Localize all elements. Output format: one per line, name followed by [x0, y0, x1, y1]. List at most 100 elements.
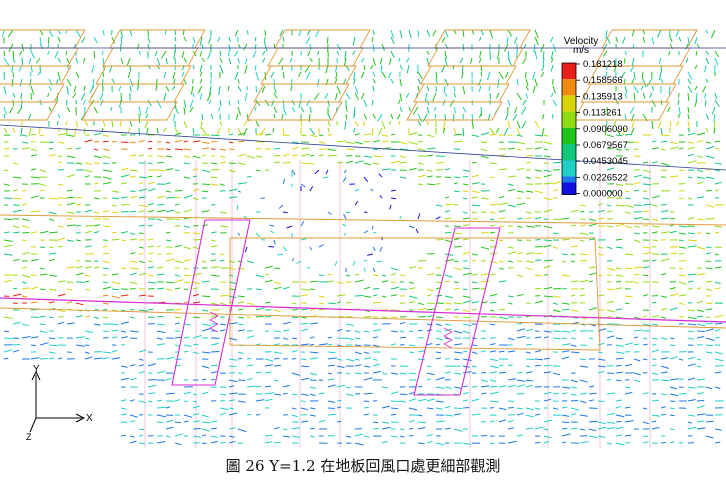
velocity-vector	[534, 29, 540, 39]
velocity-vector	[498, 195, 505, 199]
velocity-vector	[471, 211, 477, 214]
velocity-vector	[120, 399, 127, 402]
velocity-vector	[516, 252, 524, 255]
velocity-vector	[390, 273, 396, 276]
velocity-vector	[660, 316, 667, 319]
velocity-vector	[498, 280, 507, 283]
velocity-vector	[156, 273, 165, 276]
velocity-vector	[507, 295, 514, 298]
velocity-vector	[297, 71, 302, 78]
velocity-vector	[120, 330, 127, 333]
velocity-vector	[561, 433, 571, 437]
velocity-vector	[471, 29, 475, 35]
velocity-vector	[462, 316, 470, 319]
velocity-vector	[426, 57, 430, 66]
velocity-vector	[234, 71, 239, 80]
return-plenum-outline	[229, 237, 601, 351]
velocity-vector	[714, 441, 721, 444]
velocity-vector	[399, 215, 401, 220]
velocity-vector	[345, 92, 351, 100]
velocity-vector	[417, 113, 423, 122]
velocity-vector	[669, 293, 679, 297]
velocity-vector	[471, 196, 478, 199]
velocity-vector	[19, 50, 23, 56]
velocity-vector	[300, 358, 307, 361]
velocity-vector	[264, 316, 271, 318]
velocity-vector	[713, 120, 716, 129]
velocity-vector	[552, 295, 561, 298]
velocity-vector	[334, 260, 338, 267]
velocity-vector	[705, 189, 712, 192]
velocity-vector	[207, 50, 212, 60]
velocity-vector	[624, 406, 631, 409]
velocity-vector	[550, 50, 554, 59]
velocity-vector	[165, 197, 175, 199]
velocity-vector	[111, 349, 118, 353]
velocity-vector	[615, 287, 622, 290]
velocity-vector	[264, 301, 271, 304]
velocity-vector	[669, 393, 679, 397]
velocity-vector	[47, 36, 50, 44]
velocity-vector	[389, 204, 392, 210]
velocity-vector	[453, 308, 459, 311]
velocity-vector	[48, 274, 57, 277]
velocity-vector	[305, 71, 311, 80]
y-axis-label: Y	[33, 364, 40, 375]
velocity-vector	[372, 99, 374, 106]
velocity-vector	[687, 421, 693, 424]
velocity-vector	[444, 92, 448, 97]
velocity-vector	[174, 106, 179, 114]
velocity-vector	[290, 85, 293, 92]
velocity-vector	[640, 85, 644, 90]
velocity-vector	[642, 190, 648, 192]
velocity-vector	[685, 57, 689, 63]
velocity-vector	[615, 337, 623, 340]
velocity-vector	[651, 259, 657, 262]
velocity-vector	[3, 279, 13, 283]
velocity-vector	[561, 350, 570, 353]
velocity-vector	[228, 358, 237, 361]
velocity-vector	[327, 120, 331, 127]
velocity-vector	[210, 427, 217, 430]
velocity-vector	[210, 342, 219, 346]
velocity-vector	[120, 321, 130, 325]
velocity-vector	[75, 302, 84, 306]
velocity-vector	[246, 316, 252, 319]
velocity-vector	[3, 218, 13, 221]
velocity-vector	[480, 273, 489, 276]
velocity-vector	[291, 308, 299, 311]
velocity-vector	[165, 231, 171, 234]
velocity-vector	[336, 140, 346, 143]
velocity-vector	[48, 288, 57, 291]
velocity-vector	[120, 336, 128, 339]
velocity-vector	[228, 141, 234, 144]
velocity-vector	[489, 420, 495, 423]
velocity-vector	[254, 106, 257, 112]
velocity-vector	[3, 50, 6, 56]
velocity-vector	[622, 36, 626, 44]
velocity-vector	[633, 225, 640, 228]
velocity-vector	[417, 302, 425, 306]
velocity-vector	[255, 399, 265, 402]
velocity-vector	[462, 211, 468, 214]
velocity-vector	[390, 407, 399, 410]
velocity-vector	[370, 64, 374, 70]
velocity-vector	[417, 442, 425, 445]
velocity-vector	[660, 273, 667, 276]
velocity-vector	[516, 328, 526, 332]
velocity-vector	[642, 343, 648, 346]
velocity-vector	[129, 267, 139, 270]
velocity-vector	[696, 287, 702, 290]
velocity-vector	[669, 307, 678, 311]
velocity-vector	[291, 435, 301, 438]
velocity-vector	[318, 302, 325, 305]
velocity-vector	[678, 169, 685, 172]
velocity-vector	[516, 274, 524, 278]
velocity-vector	[165, 182, 172, 185]
velocity-vector	[606, 335, 615, 339]
velocity-vector	[120, 267, 126, 269]
velocity-vector	[156, 209, 166, 213]
velocity-vector	[405, 92, 410, 99]
velocity-vector	[390, 286, 400, 290]
velocity-vector	[453, 358, 460, 361]
